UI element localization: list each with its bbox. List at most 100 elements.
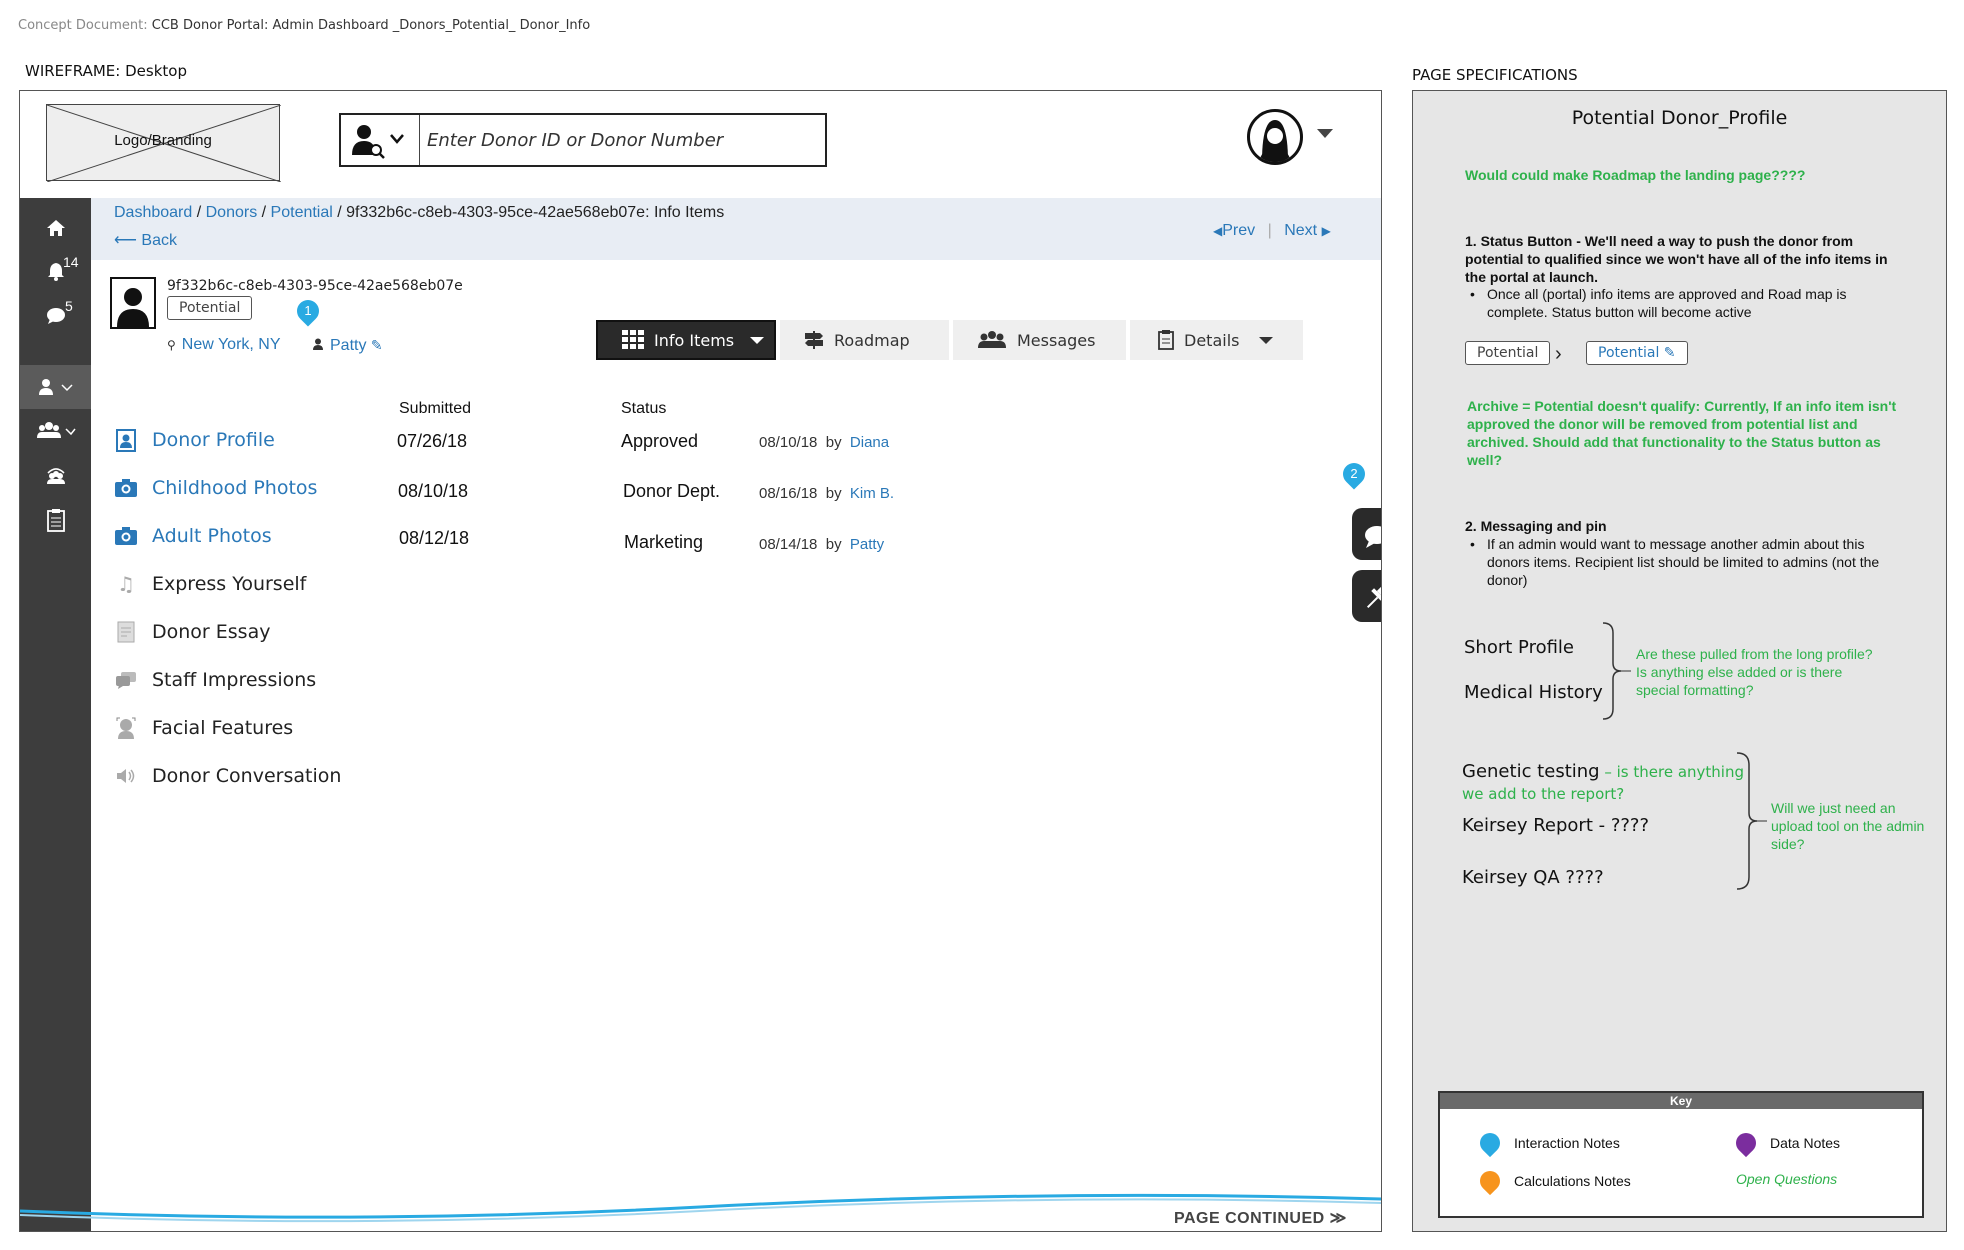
status-column-header: Status <box>621 400 667 417</box>
avatar-icon <box>1259 120 1291 162</box>
bell-icon <box>47 263 64 281</box>
nav-notifications[interactable]: 14 <box>20 250 91 294</box>
info-item-label: Donor Essay <box>152 621 271 643</box>
tab-messages[interactable]: Messages <box>953 320 1126 360</box>
wireframe-title: WIREFRAME: Desktop <box>25 62 187 80</box>
page-continued-label: PAGE CONTINUED <box>1174 1210 1325 1227</box>
tab-roadmap-label: Roadmap <box>834 330 910 350</box>
tab-info-items[interactable]: Info Items <box>596 320 776 360</box>
group-icon <box>36 422 76 438</box>
nav-reports[interactable] <box>20 498 91 542</box>
item-status: Approved <box>621 431 699 451</box>
info-item-adult-photos[interactable]: Adult Photos <box>114 524 272 548</box>
chevron-down-icon <box>750 336 765 344</box>
face-icon <box>114 716 138 740</box>
nav-messages[interactable]: 5 <box>20 294 91 338</box>
back-label: Back <box>141 232 177 249</box>
user-menu-caret-icon[interactable] <box>1317 129 1333 138</box>
pill-label: Potential <box>1598 345 1660 361</box>
spec-keirsey-report: Keirsey Report - ???? <box>1462 815 1650 836</box>
info-item-label: Facial Features <box>152 717 294 739</box>
nav-support[interactable] <box>20 453 91 497</box>
pin-icon <box>1366 581 1381 609</box>
person-icon <box>38 379 73 395</box>
person-icon <box>313 338 323 350</box>
info-item-donor-essay[interactable]: Donor Essay <box>114 620 270 644</box>
search-input[interactable] <box>425 121 819 159</box>
info-item-label: Staff Impressions <box>152 669 317 691</box>
edit-pencil-icon[interactable]: ✎ <box>371 337 383 353</box>
double-chevron-icon: ≫ <box>1329 1210 1347 1227</box>
submitted-date: 08/10/18 <box>398 481 469 501</box>
tab-messages-label: Messages <box>1017 330 1096 350</box>
floating-pin-button[interactable] <box>1352 570 1381 622</box>
info-item-label: Adult Photos <box>152 525 272 547</box>
wireframe-frame: Logo/Branding 14 <box>19 90 1382 1232</box>
calculations-pin-icon <box>1475 1166 1505 1196</box>
back-link[interactable]: ⟵ Back <box>114 230 177 250</box>
home-icon <box>46 220 65 236</box>
breadcrumb-donors[interactable]: Donors <box>206 204 258 221</box>
breadcrumb-potential[interactable]: Potential <box>271 204 333 221</box>
legend-label: Data Notes <box>1770 1135 1841 1151</box>
tab-details[interactable]: Details <box>1130 320 1303 360</box>
legend-label: Interaction Notes <box>1514 1135 1620 1151</box>
donor-photo <box>110 277 156 329</box>
edit-pencil-icon: ✎ <box>1663 345 1676 361</box>
review-date: 08/10/18 <box>759 434 818 451</box>
tab-roadmap[interactable]: Roadmap <box>780 320 949 360</box>
status-pill-editable-example: Potential ✎ <box>1586 341 1688 365</box>
info-item-label: Childhood Photos <box>152 477 318 499</box>
donor-status-pill[interactable]: Potential <box>167 296 253 320</box>
item-status: Donor Dept. <box>623 481 721 501</box>
reviewer-link[interactable]: Patty <box>850 536 884 553</box>
donor-owner[interactable]: Patty ✎ <box>312 337 383 355</box>
donor-location: ⚲ New York, NY <box>167 336 281 354</box>
concept-value: CCB Donor Portal: Admin Dashboard _Donor… <box>151 18 591 33</box>
prev-label: Prev <box>1222 222 1256 239</box>
clipboard-icon <box>1158 330 1174 350</box>
review-by: by <box>825 485 842 502</box>
messages-count: 5 <box>65 298 73 314</box>
spec-question-roadmap: Would could make Roadmap the landing pag… <box>1465 167 1806 183</box>
user-search-icon <box>352 125 404 159</box>
review-info: 08/16/18 by Kim B. <box>759 485 894 502</box>
submitted-date: 08/12/18 <box>399 528 470 548</box>
info-item-childhood-photos[interactable]: Childhood Photos <box>114 476 317 500</box>
info-item-facial-features[interactable]: Facial Features <box>114 716 293 740</box>
legend-label: Calculations Notes <box>1514 1173 1631 1189</box>
spec-medical-history: Medical History <box>1464 682 1603 703</box>
chat-icon <box>46 308 65 324</box>
info-item-staff-impressions[interactable]: Staff Impressions <box>114 668 316 692</box>
info-item-label: Express Yourself <box>152 573 307 595</box>
nav-groups[interactable] <box>20 409 91 453</box>
notifications-count: 14 <box>63 254 79 270</box>
nav-donors[interactable] <box>20 365 91 409</box>
breadcrumb-current: 9f332b6c-c8eb-4303-95ce-42ae568eb07e: In… <box>346 204 725 221</box>
next-link[interactable]: Next ▶ <box>1280 222 1331 239</box>
info-item-express-yourself[interactable]: ♫ Express Yourself <box>114 572 306 596</box>
brace-icon <box>1736 752 1767 890</box>
page-continued: PAGE CONTINUED ≫ <box>1174 1208 1347 1228</box>
prev-link[interactable]: ◀Prev <box>1213 222 1260 239</box>
legend-interaction: Interaction Notes <box>1475 1128 1620 1158</box>
legend-key: Key Interaction Notes Data Notes Calcula… <box>1438 1091 1924 1218</box>
spec-archive-question: Archive = Potential doesn't qualify: Cur… <box>1467 398 1897 468</box>
search-type-dropdown[interactable] <box>341 115 420 165</box>
brace-icon <box>1602 622 1631 720</box>
support-group-icon <box>46 468 65 484</box>
logo-label: Logo/Branding <box>114 132 212 149</box>
breadcrumb: Dashboard / Donors / Potential / 9f332b6… <box>114 204 725 221</box>
reviewer-link[interactable]: Diana <box>850 434 889 451</box>
item-status: Marketing <box>624 532 704 552</box>
user-avatar[interactable] <box>1247 109 1303 165</box>
spec-panel: Potential Donor_Profile Would could make… <box>1412 90 1947 1232</box>
breadcrumb-dashboard[interactable]: Dashboard <box>114 204 192 221</box>
reviewer-link[interactable]: Kim B. <box>850 485 894 502</box>
info-item-donor-conversation[interactable]: Donor Conversation <box>114 764 341 788</box>
floating-chat-button[interactable]: 3 <box>1352 508 1381 560</box>
nav-home[interactable] <box>20 206 91 250</box>
review-info: 08/14/18 by Patty <box>759 536 884 553</box>
info-item-donor-profile[interactable]: Donor Profile <box>114 428 275 452</box>
grid-icon <box>622 330 644 349</box>
